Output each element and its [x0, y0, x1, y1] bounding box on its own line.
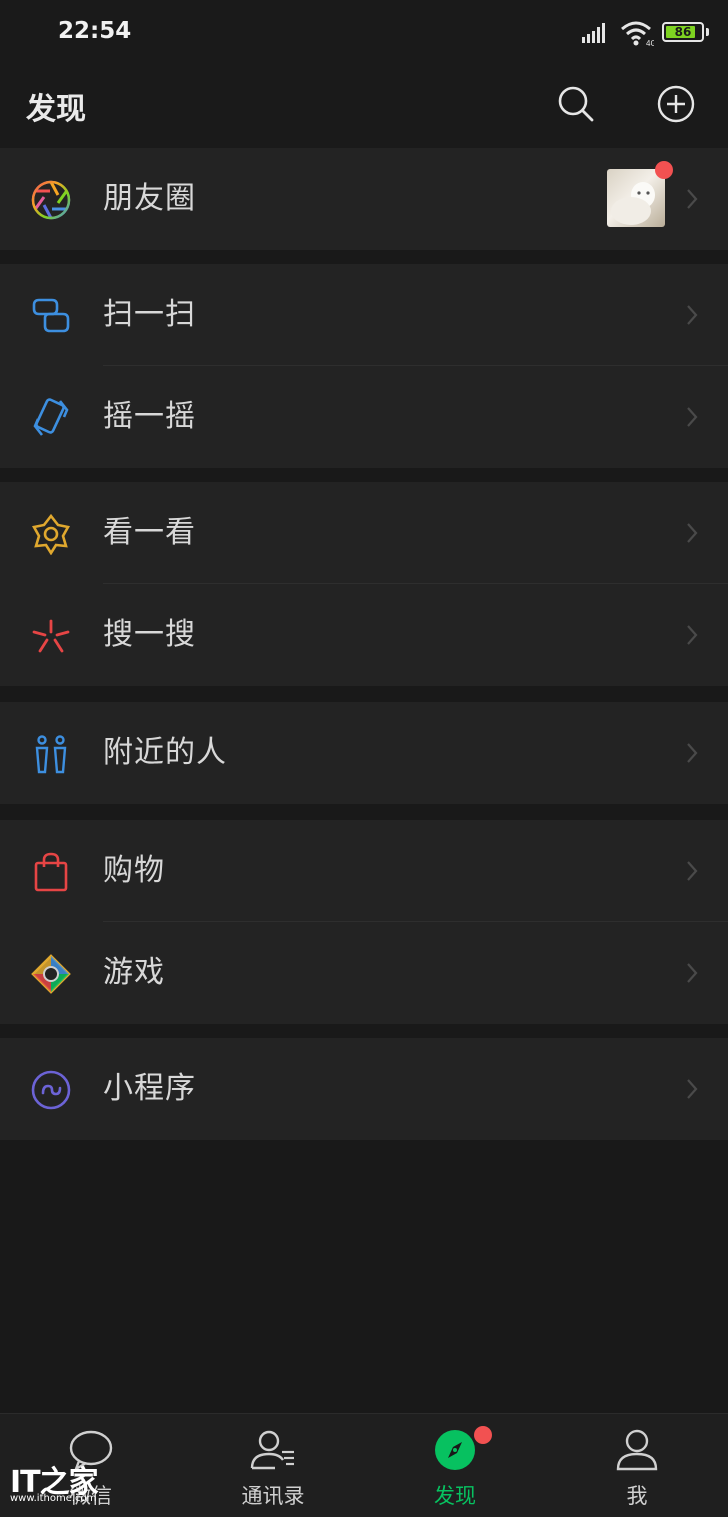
group-scan-shake: 扫一扫 摇一摇 [0, 264, 728, 468]
battery-icon: 86 [662, 22, 704, 42]
discover-badge-dot [474, 1426, 492, 1444]
chevron-right-icon [687, 523, 698, 543]
tab-discover-label: 发现 [434, 1484, 476, 1508]
list-item-shopping[interactable]: 购物 [0, 820, 728, 922]
list-item-top-stories[interactable]: 看一看 [0, 482, 728, 584]
chevron-right-icon [687, 625, 698, 645]
scan-label: 扫一扫 [103, 297, 196, 332]
chevron-right-icon [687, 861, 698, 881]
search-button[interactable] [556, 84, 596, 124]
tab-me[interactable]: 我 [546, 1414, 728, 1517]
person-icon [616, 1429, 658, 1471]
list-item-games[interactable]: 游戏 [0, 922, 728, 1024]
wifi-icon: 4G [621, 21, 654, 46]
chevron-right-icon [687, 305, 698, 325]
top-stories-icon [31, 513, 71, 555]
ithome-watermark: IT之家 www.ithome.com [10, 1455, 120, 1505]
tab-discover[interactable]: 发现 [364, 1414, 546, 1517]
battery-tip [706, 28, 709, 36]
group-nearby: 附近的人 [0, 702, 728, 804]
chevron-right-icon [687, 189, 698, 209]
search-icon [558, 86, 594, 122]
search-label: 搜一搜 [103, 617, 196, 652]
battery-level: 86 [674, 25, 692, 39]
list-item-shake[interactable]: 摇一摇 [0, 366, 728, 468]
people-nearby-icon [35, 735, 67, 774]
svg-text:4G: 4G [646, 39, 654, 46]
mini-programs-icon [31, 1070, 71, 1110]
group-stories-search: 看一看 搜一搜 [0, 482, 728, 686]
chevron-right-icon [687, 1079, 698, 1099]
contacts-icon [250, 1430, 294, 1470]
shake-label: 摇一摇 [103, 399, 196, 434]
games-label: 游戏 [103, 955, 165, 990]
tab-me-label: 我 [626, 1484, 648, 1508]
group-moments: 朋友圈 [0, 148, 728, 250]
group-shopping-games: 购物 游戏 [0, 820, 728, 1024]
moments-label: 朋友圈 [103, 181, 196, 216]
list-item-moments[interactable]: 朋友圈 [0, 148, 728, 250]
compass-icon [435, 1430, 475, 1470]
cat-photo-icon [611, 182, 655, 225]
shopping-bag-icon [34, 852, 68, 892]
search-spark-icon [32, 619, 70, 653]
moments-unread-dot [655, 161, 673, 179]
chevron-right-icon [687, 407, 698, 427]
chevron-right-icon [687, 963, 698, 983]
group-mini-programs: 小程序 [0, 1038, 728, 1140]
games-icon [31, 954, 71, 994]
add-button[interactable] [656, 84, 696, 124]
shake-icon [33, 398, 69, 436]
list-item-mini-programs[interactable]: 小程序 [0, 1038, 728, 1140]
header: 发现 [0, 64, 728, 148]
status-time: 22:54 [58, 18, 132, 44]
mini-programs-label: 小程序 [103, 1071, 196, 1106]
shopping-label: 购物 [103, 853, 165, 888]
status-bar: 22:54 4G 86 [0, 0, 728, 64]
signal-icon [582, 23, 605, 43]
tab-contacts-label: 通讯录 [241, 1484, 305, 1508]
moments-thumbnail [607, 161, 673, 227]
list-item-people-nearby[interactable]: 附近的人 [0, 702, 728, 804]
list-item-search[interactable]: 搜一搜 [0, 584, 728, 686]
moments-aperture-icon [31, 180, 71, 220]
tab-contacts[interactable]: 通讯录 [182, 1414, 364, 1517]
list-item-scan[interactable]: 扫一扫 [0, 264, 728, 366]
chevron-right-icon [687, 743, 698, 763]
people-nearby-label: 附近的人 [103, 735, 227, 770]
watermark-url: www.ithome.com [10, 1493, 97, 1504]
page-title: 发现 [26, 92, 86, 127]
top-stories-label: 看一看 [103, 515, 196, 550]
plus-circle-icon [657, 85, 695, 123]
scan-icon [32, 298, 70, 333]
